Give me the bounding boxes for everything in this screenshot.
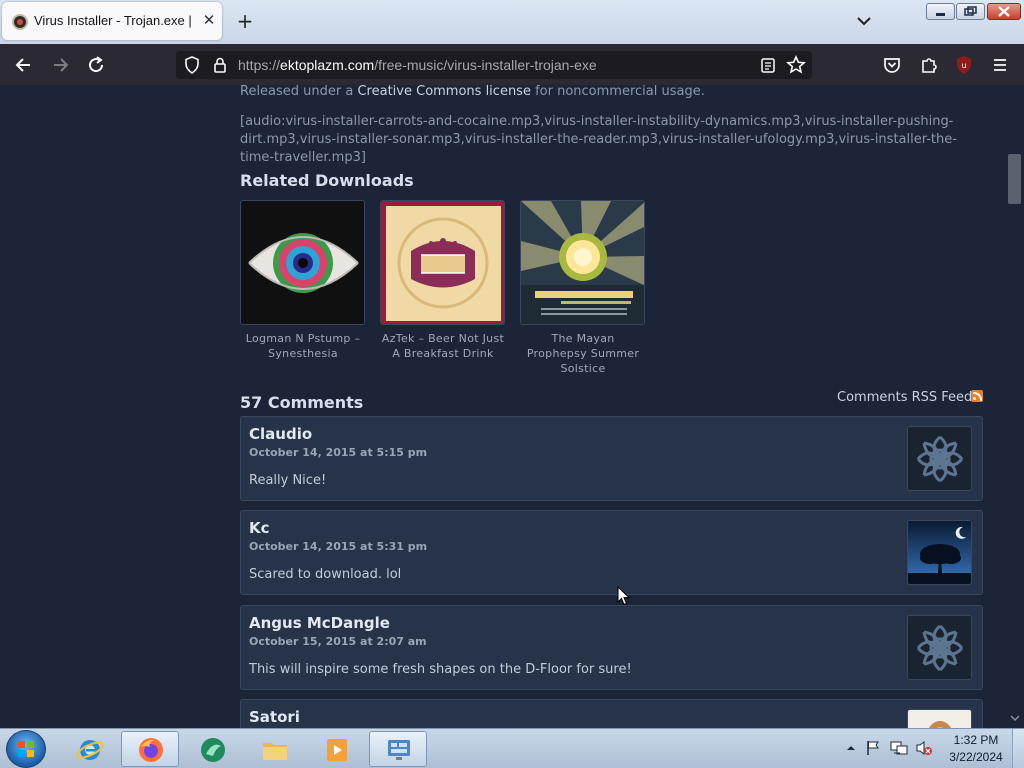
license-suffix: for noncommercial usage. xyxy=(530,85,705,99)
comment-card: Claudio October 14, 2015 at 5:15 pm Real… xyxy=(240,416,983,501)
volume-muted-icon[interactable] xyxy=(915,739,933,757)
new-tab-icon[interactable]: + xyxy=(234,9,256,33)
windows-taskbar: 1:32 PM 3/22/2024 xyxy=(0,728,1024,768)
extensions-puzzle-icon[interactable] xyxy=(916,52,942,78)
comment-date[interactable]: October 14, 2015 at 5:15 pm xyxy=(249,446,427,459)
comment-author: Kc xyxy=(249,519,270,537)
taskbar-control-panel[interactable] xyxy=(369,731,427,767)
network-icon[interactable] xyxy=(890,739,908,757)
forward-arrow-icon[interactable] xyxy=(47,52,73,78)
comments-rss-link[interactable]: Comments RSS Feed xyxy=(837,390,972,405)
album-cover-aztek[interactable] xyxy=(380,200,505,325)
comment-date[interactable]: October 15, 2015 at 2:07 am xyxy=(249,635,427,648)
clock-time[interactable]: 1:32 PM xyxy=(948,733,1004,747)
browser-tab-active[interactable]: Virus Installer - Trojan.exe | Ektoplazm… xyxy=(2,2,222,40)
taskbar-firefox[interactable] xyxy=(121,731,179,767)
comment-date[interactable]: October 14, 2015 at 5:31 pm xyxy=(249,540,427,553)
avatar xyxy=(907,615,972,680)
close-tab-icon[interactable]: ✕ xyxy=(200,11,218,29)
tab-strip: Virus Installer - Trojan.exe | Ektoplazm… xyxy=(0,0,1024,44)
album-cover-mayan[interactable] xyxy=(520,200,645,325)
url-path: /free-music/virus-installer-trojan-exe xyxy=(374,57,597,73)
scroll-down-arrow-icon[interactable] xyxy=(1009,712,1021,724)
ublock-shield-icon[interactable]: u xyxy=(951,52,977,78)
window-close-button[interactable] xyxy=(987,3,1021,20)
internet-explorer-icon xyxy=(76,740,104,760)
comment-text: Scared to download. lol xyxy=(249,567,402,582)
license-notice: Released under a Creative Commons licens… xyxy=(240,85,705,99)
tracking-shield-icon[interactable] xyxy=(184,56,200,74)
album-cover-eye[interactable] xyxy=(240,200,365,325)
action-center-flag-icon[interactable] xyxy=(864,739,882,757)
avatar xyxy=(907,520,972,585)
comment-card: Angus McDangle October 15, 2015 at 2:07 … xyxy=(240,605,983,690)
comment-text: Really Nice! xyxy=(249,473,327,488)
url-scheme: https:// xyxy=(238,57,281,73)
comment-author: Angus McDangle xyxy=(249,614,390,632)
control-panel-icon xyxy=(388,740,410,760)
audio-shortcode-text: [audio:virus-installer-carrots-and-cocai… xyxy=(240,114,957,165)
related-download-item[interactable]: The Mayan Prophepsy Summer Solstice xyxy=(520,200,646,376)
reader-view-icon[interactable] xyxy=(760,56,776,74)
chevron-down-icon[interactable] xyxy=(854,10,874,32)
app-icon xyxy=(201,738,225,762)
media-player-icon xyxy=(327,739,347,761)
show-desktop-button[interactable] xyxy=(1012,729,1024,768)
related-download-caption[interactable]: The Mayan Prophepsy Summer Solstice xyxy=(520,331,646,376)
comments-count-heading: 57 Comments xyxy=(240,393,364,412)
related-downloads-heading: Related Downloads xyxy=(240,171,414,190)
related-download-item[interactable]: AzTek – Beer Not Just A Breakfast Drink xyxy=(380,200,506,361)
taskbar-app[interactable] xyxy=(183,731,241,767)
navigation-toolbar: https://ektoplazm.com/free-music/virus-i… xyxy=(0,44,1024,107)
scrollbar-thumb[interactable] xyxy=(1008,154,1021,204)
start-button[interactable] xyxy=(6,730,46,768)
comment-card: Kc October 14, 2015 at 5:31 pm Scared to… xyxy=(240,510,983,595)
lock-icon[interactable] xyxy=(212,56,228,74)
related-download-caption[interactable]: AzTek – Beer Not Just A Breakfast Drink xyxy=(380,331,506,361)
tray-overflow-icon[interactable] xyxy=(845,741,857,755)
related-download-item[interactable]: Logman N Pstump – Synesthesia xyxy=(240,200,366,361)
folder-icon xyxy=(263,743,287,760)
comment-text: This will inspire some fresh shapes on t… xyxy=(249,662,632,677)
taskbar-internet-explorer[interactable] xyxy=(60,731,118,767)
license-prefix: Released under a xyxy=(240,85,358,99)
hamburger-menu-icon[interactable] xyxy=(987,52,1013,78)
pocket-icon[interactable] xyxy=(879,52,905,78)
address-bar[interactable]: https://ektoplazm.com/free-music/virus-i… xyxy=(176,51,812,79)
reload-icon[interactable] xyxy=(83,52,109,78)
back-arrow-icon[interactable] xyxy=(11,52,37,78)
tab-title: Virus Installer - Trojan.exe | Ektoplazm xyxy=(34,13,196,28)
comment-author: Satori xyxy=(249,708,300,726)
window-restore-button[interactable] xyxy=(956,3,985,20)
svg-text:u: u xyxy=(961,61,966,70)
comment-author: Claudio xyxy=(249,425,313,443)
firefox-icon xyxy=(139,738,163,762)
taskbar-file-explorer[interactable] xyxy=(245,731,303,767)
window-minimize-button[interactable] xyxy=(926,3,955,20)
page-scrollbar[interactable] xyxy=(1005,85,1024,728)
avatar xyxy=(907,709,972,728)
url-text[interactable]: https://ektoplazm.com/free-music/virus-i… xyxy=(238,57,597,73)
clock-date[interactable]: 3/22/2024 xyxy=(945,750,1007,764)
avatar xyxy=(907,426,972,491)
site-favicon-icon xyxy=(12,14,28,30)
comment-card: Satori xyxy=(240,699,983,728)
rss-icon[interactable] xyxy=(971,390,983,402)
mouse-cursor-icon xyxy=(617,585,631,606)
related-download-caption[interactable]: Logman N Pstump – Synesthesia xyxy=(240,331,366,361)
web-page-content: Released under a Creative Commons licens… xyxy=(0,85,1024,728)
bookmark-star-icon[interactable] xyxy=(786,54,806,76)
url-host: ektoplazm.com xyxy=(280,57,375,73)
taskbar-media-player[interactable] xyxy=(307,731,365,767)
creative-commons-link[interactable]: Creative Commons license xyxy=(357,85,530,99)
